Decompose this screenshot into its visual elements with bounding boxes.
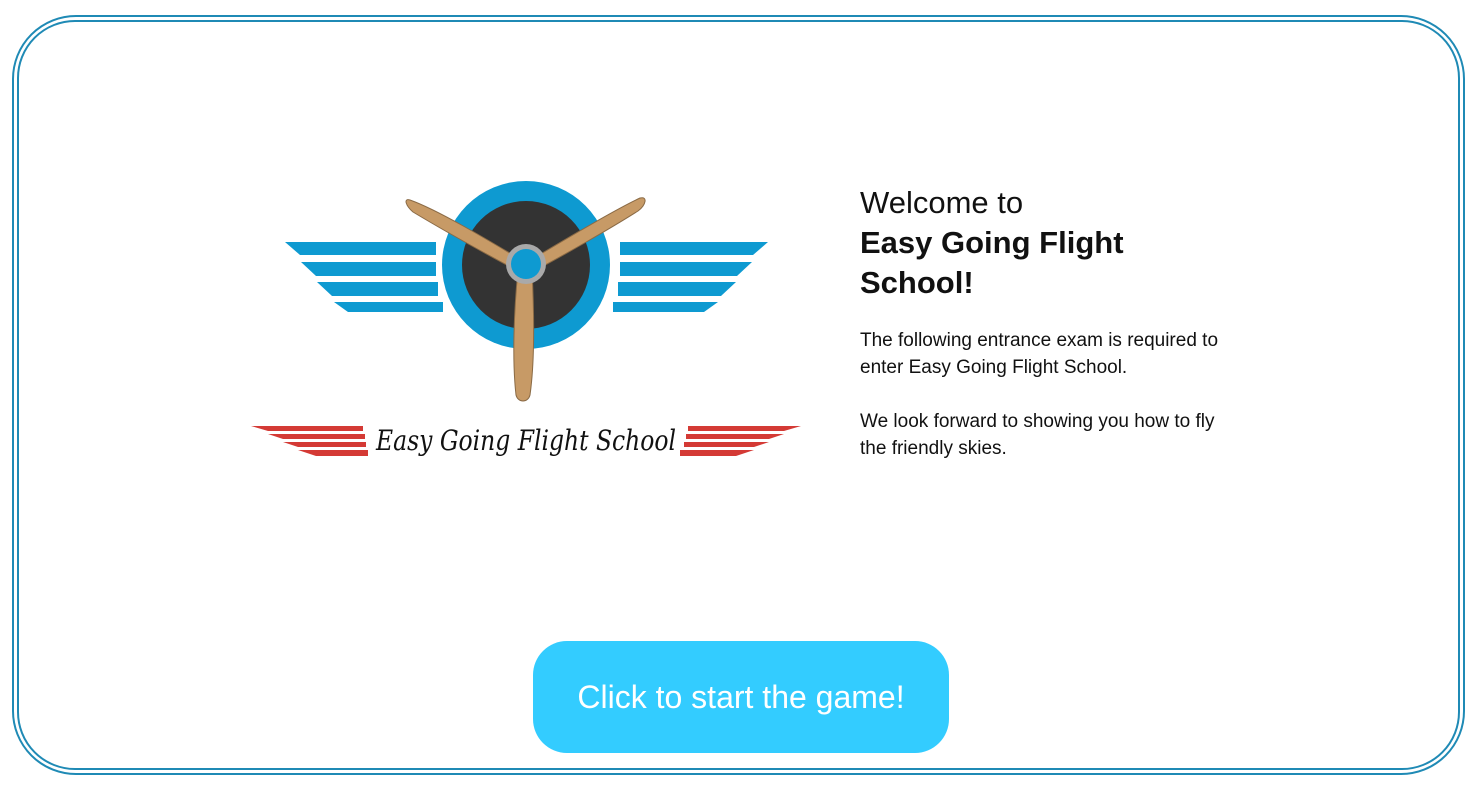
welcome-intro: Welcome to <box>860 185 1024 220</box>
welcome-panel: Welcome to Easy Going Flight School! The… <box>860 183 1280 462</box>
closing-message: We look forward to showing you how to fl… <box>860 411 1215 459</box>
school-name-heading: Easy Going Flight School! <box>860 225 1124 300</box>
right-stripes-icon <box>680 426 801 456</box>
right-wing-icon <box>613 242 768 312</box>
left-wing-icon <box>285 242 443 312</box>
logo-text: Easy Going Flight School <box>375 424 676 457</box>
flight-school-logo: Easy Going Flight School <box>251 181 801 457</box>
left-stripes-icon <box>251 426 368 456</box>
exam-description: The following entrance exam is required … <box>860 330 1219 378</box>
start-game-button[interactable]: Click to start the game! <box>533 641 949 753</box>
